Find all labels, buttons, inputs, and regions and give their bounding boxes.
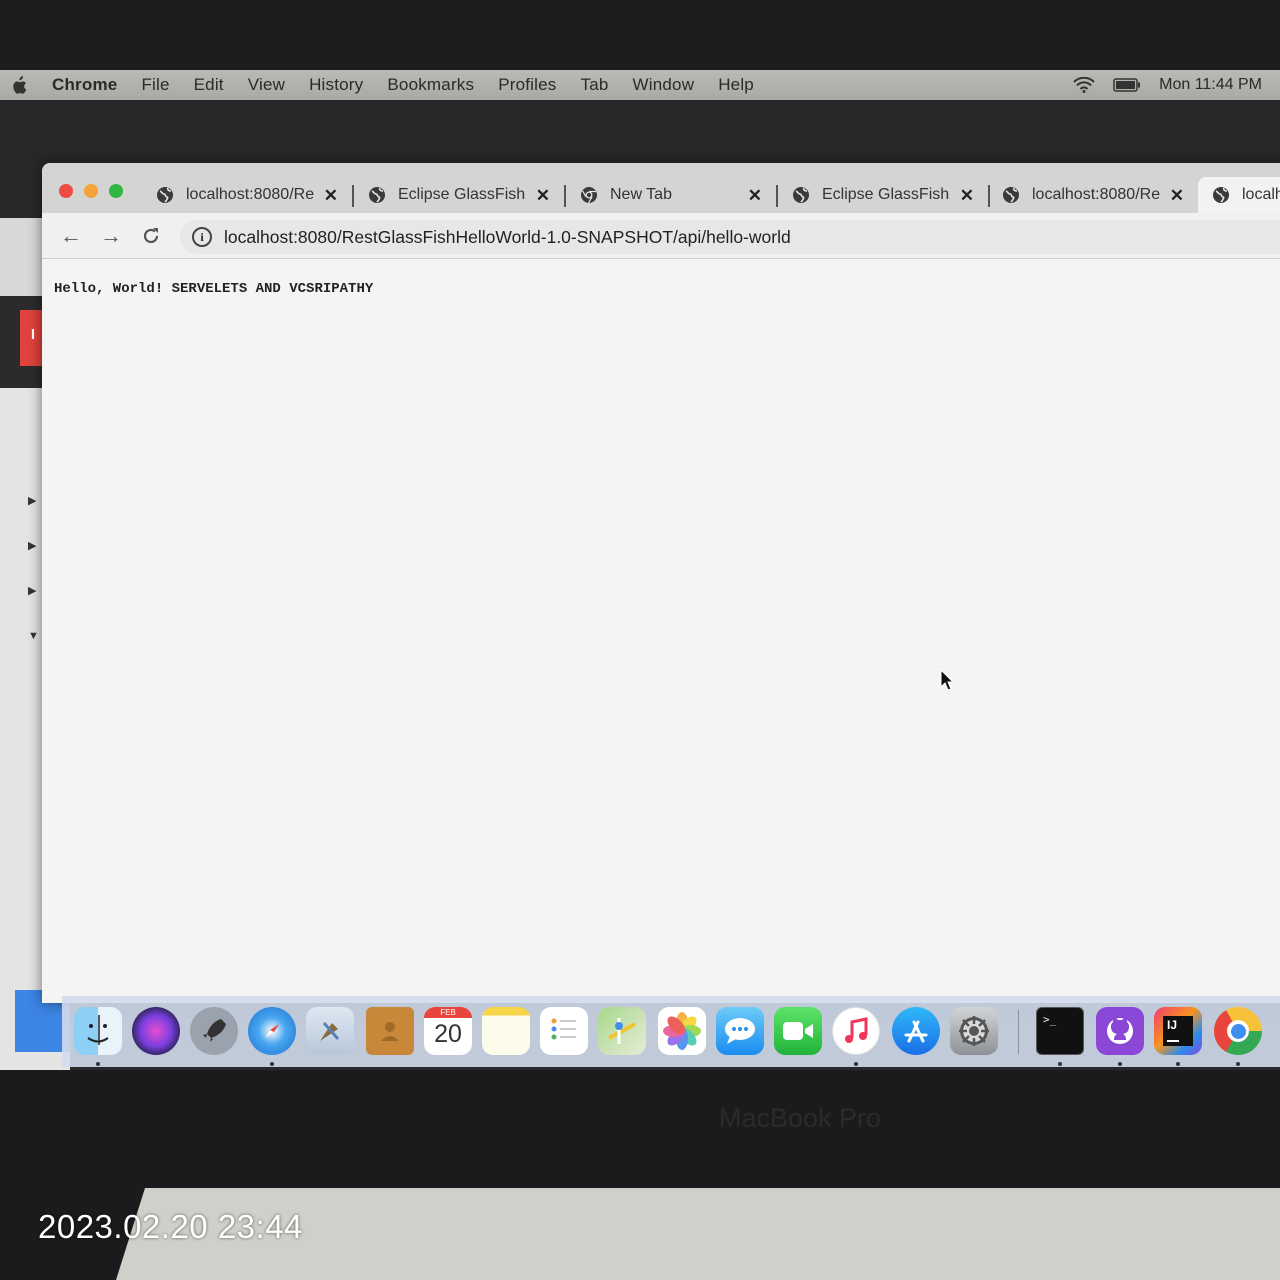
- menu-file[interactable]: File: [141, 75, 169, 95]
- facetime-icon[interactable]: [774, 1007, 822, 1055]
- reload-icon[interactable]: [136, 221, 166, 251]
- globe-icon: [1003, 187, 1019, 203]
- back-arrow-icon[interactable]: ←: [56, 221, 86, 251]
- browser-tab[interactable]: Eclipse GlassFish ✕: [354, 177, 566, 213]
- running-indicator: [96, 1062, 100, 1066]
- battery-icon[interactable]: [1113, 78, 1141, 92]
- window-maximize-button[interactable]: [109, 184, 123, 198]
- tab-title: localh: [1242, 186, 1280, 203]
- address-bar-url[interactable]: localhost:8080/RestGlassFishHelloWorld-1…: [224, 227, 791, 248]
- chrome-icon[interactable]: [1214, 1007, 1262, 1055]
- chrome-window: localhost:8080/Re ✕ Eclipse GlassFish ✕ …: [42, 163, 1280, 1003]
- mail-icon[interactable]: [306, 1007, 354, 1055]
- apple-icon[interactable]: [10, 75, 28, 95]
- running-indicator: [854, 1062, 858, 1066]
- notes-icon[interactable]: [482, 1007, 530, 1055]
- siri-icon[interactable]: [132, 1007, 180, 1055]
- menu-chrome[interactable]: Chrome: [52, 75, 117, 95]
- window-minimize-button[interactable]: [84, 184, 98, 198]
- page-content: Hello, World! SERVELETS AND VCSRIPATHY: [42, 259, 1280, 1003]
- photo-timestamp: 2023.02.20 23:44: [38, 1208, 303, 1245]
- laptop-bezel-top: [0, 0, 1280, 72]
- tab-title: New Tab: [610, 186, 672, 203]
- tab-close-icon[interactable]: ✕: [1170, 186, 1184, 206]
- menu-view[interactable]: View: [248, 75, 285, 95]
- running-indicator: [1118, 1062, 1122, 1066]
- calendar-icon[interactable]: FEB 20: [424, 1007, 472, 1055]
- tab-title: Eclipse GlassFish: [822, 186, 950, 203]
- page-body-text: Hello, World! SERVELETS AND VCSRIPATHY: [54, 281, 374, 297]
- globe-icon: [1213, 187, 1229, 203]
- screen: Chrome File Edit View History Bookmarks …: [0, 70, 1280, 1070]
- menu-profiles[interactable]: Profiles: [498, 75, 556, 95]
- menu-bar: Chrome File Edit View History Bookmarks …: [0, 70, 1280, 100]
- tab-close-icon[interactable]: ✕: [748, 186, 762, 206]
- forward-arrow-icon[interactable]: →: [96, 221, 126, 251]
- finder-icon[interactable]: [74, 1007, 122, 1055]
- running-indicator: [1176, 1062, 1180, 1066]
- terminal-icon[interactable]: >_: [1036, 1007, 1084, 1055]
- tree-expand-icon[interactable]: ▶: [28, 494, 36, 507]
- browser-tab[interactable]: New Tab ✕: [566, 177, 778, 213]
- wifi-icon[interactable]: [1073, 77, 1095, 93]
- menu-bookmarks[interactable]: Bookmarks: [387, 75, 474, 95]
- messages-icon[interactable]: [716, 1007, 764, 1055]
- device-label: MacBook Pro: [718, 1103, 882, 1133]
- info-icon[interactable]: i: [192, 227, 212, 247]
- dock-divider: [1018, 1010, 1019, 1054]
- browser-tab-active[interactable]: localh: [1198, 177, 1280, 213]
- app-store-icon[interactable]: [892, 1007, 940, 1055]
- tab-title: Eclipse GlassFish: [398, 186, 526, 203]
- tab-close-icon[interactable]: ✕: [960, 186, 974, 206]
- browser-tab[interactable]: localhost:8080/Re ✕: [142, 177, 354, 213]
- intellij-icon[interactable]: IJ: [1154, 1007, 1202, 1055]
- window-close-button[interactable]: [59, 184, 73, 198]
- browser-toolbar: ← → i localhost:8080/RestGlassFishHelloW…: [42, 213, 1280, 259]
- tab-close-icon[interactable]: ✕: [324, 186, 338, 206]
- tree-expand-icon[interactable]: ▶: [28, 539, 36, 552]
- mouse-cursor-icon: [940, 669, 954, 691]
- tree-expand-icon[interactable]: ▶: [28, 584, 36, 597]
- reminders-icon[interactable]: [540, 1007, 588, 1055]
- menu-edit[interactable]: Edit: [194, 75, 224, 95]
- browser-tab[interactable]: localhost:8080/Re ✕: [988, 177, 1200, 213]
- globe-icon: [793, 187, 809, 203]
- music-icon[interactable]: [832, 1007, 880, 1055]
- tab-title: localhost:8080/Re: [186, 186, 315, 203]
- menu-bar-clock[interactable]: Mon 11:44 PM: [1159, 76, 1262, 94]
- system-preferences-icon[interactable]: [950, 1007, 998, 1055]
- browser-tab[interactable]: Eclipse GlassFish ✕: [778, 177, 990, 213]
- menu-window[interactable]: Window: [633, 75, 695, 95]
- menu-tab[interactable]: Tab: [581, 75, 609, 95]
- tab-close-icon[interactable]: ✕: [536, 186, 550, 206]
- photos-icon[interactable]: [658, 1007, 706, 1055]
- tree-collapse-icon[interactable]: ▼: [28, 630, 39, 642]
- address-bar[interactable]: i localhost:8080/RestGlassFishHelloWorld…: [180, 220, 1280, 254]
- globe-icon: [369, 187, 385, 203]
- running-indicator: [1058, 1062, 1062, 1066]
- calendar-month: FEB: [424, 1007, 472, 1018]
- tab-strip: localhost:8080/Re ✕ Eclipse GlassFish ✕ …: [42, 163, 1280, 213]
- running-indicator: [270, 1062, 274, 1066]
- menu-history[interactable]: History: [309, 75, 363, 95]
- github-desktop-icon[interactable]: [1096, 1007, 1144, 1055]
- maps-icon[interactable]: [598, 1007, 646, 1055]
- contacts-icon[interactable]: [366, 1007, 414, 1055]
- calendar-day: 20: [434, 1020, 462, 1048]
- dock: FEB 20 >_ IJ: [62, 995, 1280, 1067]
- globe-icon: [157, 187, 173, 203]
- chrome-icon: [581, 187, 597, 204]
- running-indicator: [1236, 1062, 1240, 1066]
- safari-icon[interactable]: [248, 1007, 296, 1055]
- tab-title: localhost:8080/Re: [1032, 186, 1161, 203]
- launchpad-icon[interactable]: [190, 1007, 238, 1055]
- menu-help[interactable]: Help: [718, 75, 754, 95]
